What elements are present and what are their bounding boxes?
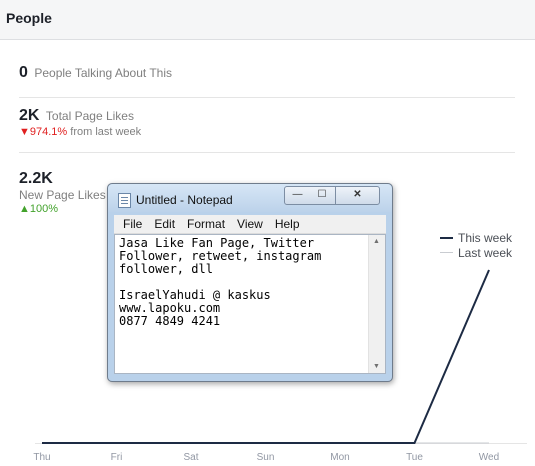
text-editor[interactable]: Jasa Like Fan Page, Twitter Follower, re… <box>114 234 386 374</box>
x-tick-label: Thu <box>33 452 50 463</box>
menu-format[interactable]: Format <box>187 217 225 231</box>
maximize-button[interactable]: ☐ <box>309 186 335 205</box>
legend-label: This week <box>458 230 513 245</box>
menu-help[interactable]: Help <box>275 217 300 231</box>
x-tick-label: Sat <box>183 452 198 463</box>
scroll-up-arrow-icon[interactable]: ▲ <box>373 238 380 245</box>
notepad-window[interactable]: Untitled - Notepad — ☐ ✕ File Edit Forma… <box>107 183 393 382</box>
text-line: 0877 4849 4241 <box>119 314 221 328</box>
x-tick-label: Tue <box>406 452 423 463</box>
menu-bar: File Edit Format View Help <box>114 215 386 234</box>
menu-edit[interactable]: Edit <box>154 217 175 231</box>
menu-file[interactable]: File <box>123 217 142 231</box>
x-tick-label: Fri <box>111 452 123 463</box>
text-line: follower, dll <box>119 262 213 276</box>
close-button[interactable]: ✕ <box>335 186 380 205</box>
window-title: Untitled - Notepad <box>136 193 233 207</box>
minimize-button[interactable]: — <box>284 186 311 205</box>
notepad-icon <box>118 193 131 208</box>
legend-item-last-week: Last week <box>440 245 512 260</box>
x-tick-label: Wed <box>479 452 499 463</box>
editor-content[interactable]: Jasa Like Fan Page, Twitter Follower, re… <box>119 237 367 328</box>
legend-label: Last week <box>458 245 513 260</box>
notepad-title-bar[interactable]: Untitled - Notepad — ☐ ✕ <box>108 184 392 212</box>
legend-swatch <box>440 236 453 239</box>
legend-swatch <box>440 252 453 253</box>
vertical-scrollbar[interactable]: ▲ ▼ <box>368 235 385 373</box>
x-tick-label: Mon <box>330 452 349 463</box>
legend-item-this-week: This week <box>440 230 512 245</box>
x-tick-label: Sun <box>257 452 275 463</box>
chart-legend: This week Last week <box>440 230 512 260</box>
menu-view[interactable]: View <box>237 217 263 231</box>
scroll-down-arrow-icon[interactable]: ▼ <box>373 363 380 370</box>
